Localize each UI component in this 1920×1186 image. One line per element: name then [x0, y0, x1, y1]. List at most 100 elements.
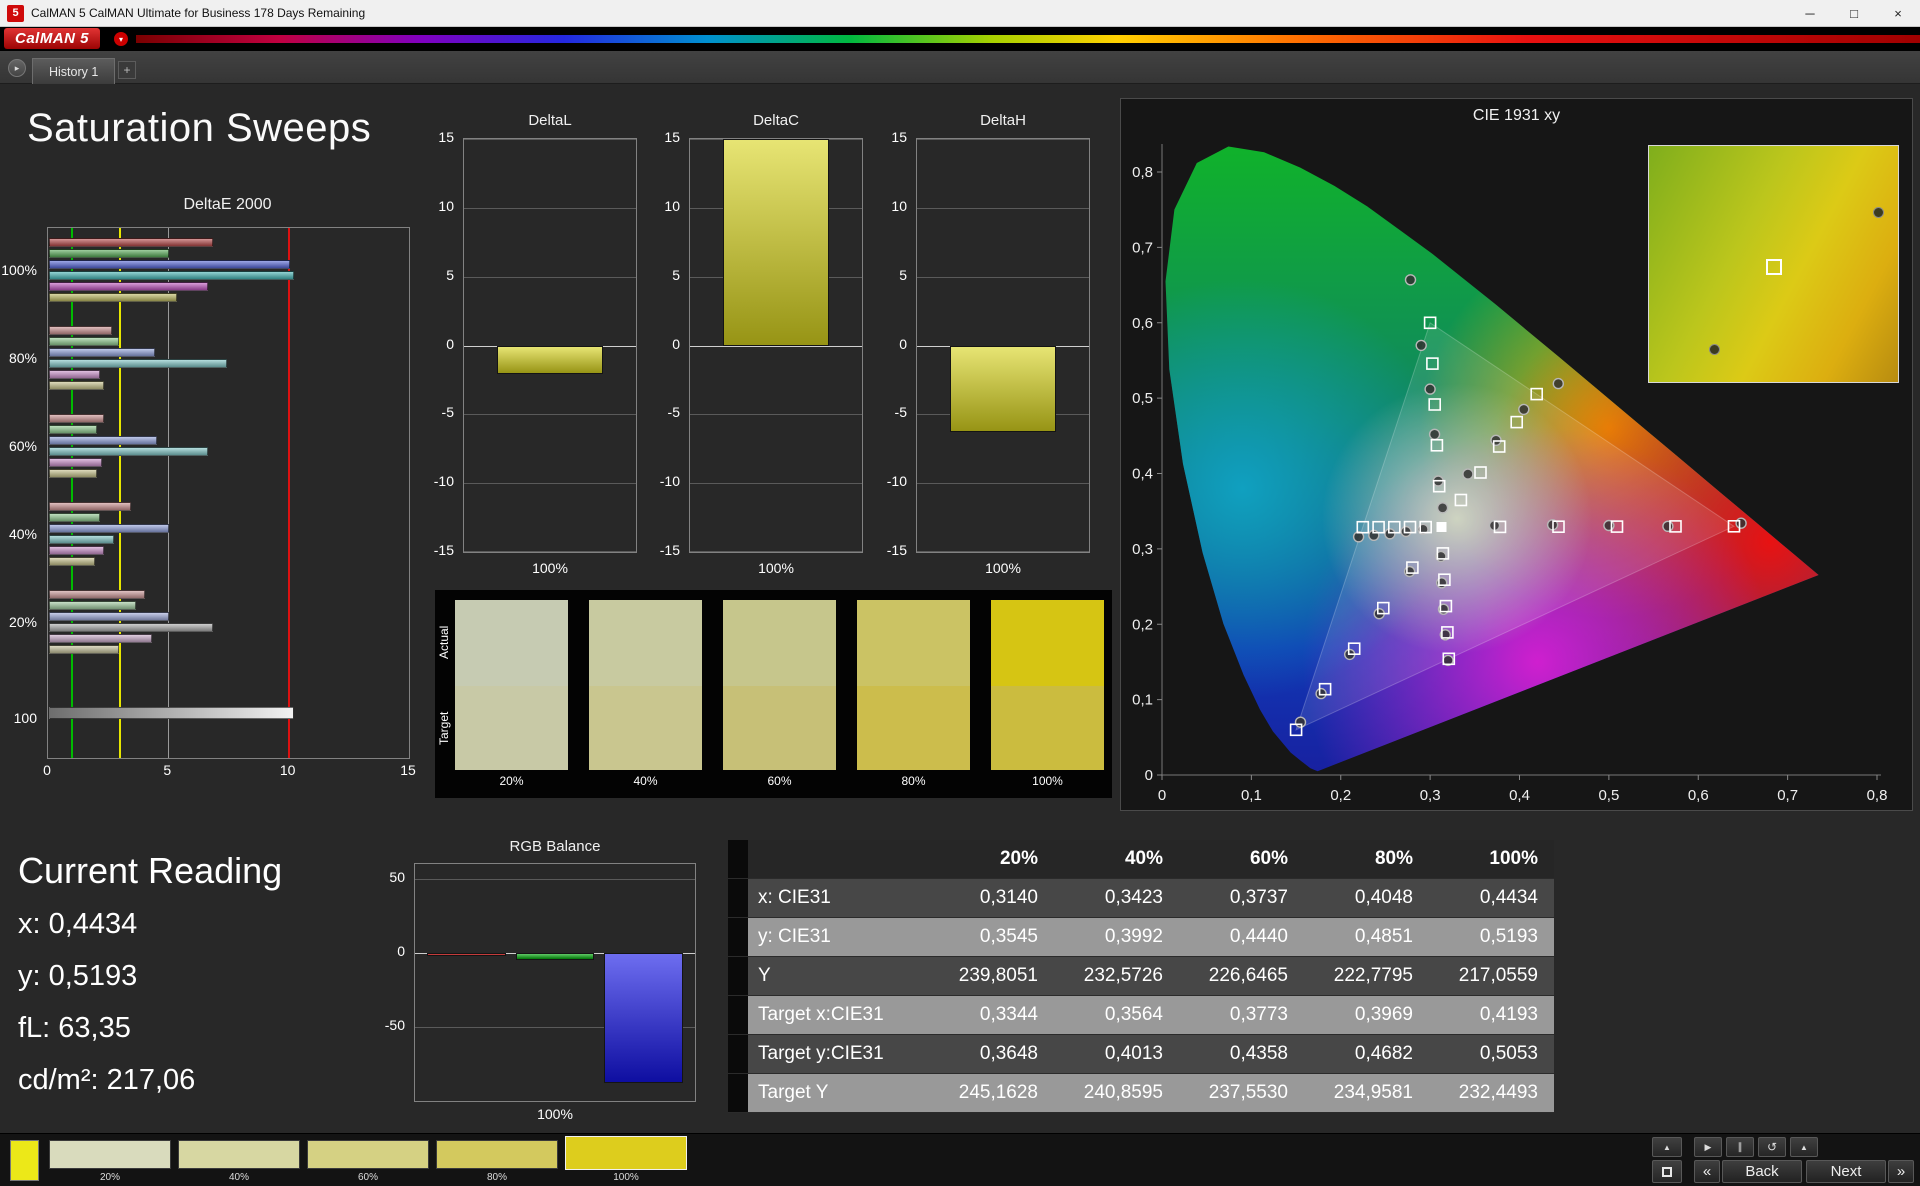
measurement-table: 20%40%60%80%100%x: CIE310,31400,34230,37… — [728, 840, 1554, 1113]
target-swatch — [857, 686, 970, 770]
table-cell: 0,3140 — [929, 879, 1054, 918]
table-cell: 0,3737 — [1179, 879, 1304, 918]
patch-swatch-100%[interactable] — [565, 1136, 687, 1170]
logo-dropdown-icon[interactable]: ▾ — [114, 32, 128, 46]
patch-swatch-20%[interactable] — [49, 1140, 171, 1169]
table-cell: 0,4013 — [1054, 1035, 1179, 1074]
patch-swatch-40%[interactable] — [178, 1140, 300, 1169]
table-row-label: Target y:CIE31 — [748, 1035, 929, 1074]
measurement-marker — [1873, 207, 1884, 218]
play-icon: ▶ — [1705, 1142, 1712, 1153]
table-row-label: Target x:CIE31 — [748, 996, 929, 1035]
patch-level-label: 100% — [565, 1172, 687, 1183]
eject-button[interactable]: ▲ — [1790, 1137, 1818, 1157]
window-title: CalMAN 5 CalMAN Ultimate for Business 17… — [31, 6, 1788, 20]
tolerance-reference-line — [288, 228, 290, 758]
eject-icon: ▲ — [1800, 1143, 1808, 1152]
table-column-header: 100% — [1429, 840, 1554, 879]
svg-text:0,8: 0,8 — [1867, 787, 1888, 804]
swatch-level-label: 60% — [723, 774, 836, 788]
table-spine — [728, 1035, 748, 1074]
table-cell: 239,8051 — [929, 957, 1054, 996]
play-button[interactable]: ▶ — [1694, 1137, 1722, 1157]
gridline — [690, 346, 862, 347]
axis-tick-label: 15 — [867, 129, 907, 145]
deltae-bar — [49, 458, 102, 467]
gridline — [917, 208, 1089, 209]
next-fast-button[interactable]: » — [1888, 1160, 1914, 1183]
deltae-bar — [49, 326, 112, 335]
axis-tick-label: 15 — [414, 129, 454, 145]
gridline — [690, 551, 862, 552]
target-swatch — [723, 686, 836, 770]
deltae-bar — [49, 557, 95, 566]
axis-tick-label: 5 — [640, 267, 680, 283]
deltae-bar — [49, 612, 169, 621]
axis-tick-label: 0 — [414, 336, 454, 352]
deltae-bar — [49, 469, 97, 478]
measurement-marker — [1709, 344, 1720, 355]
deltae-bar — [49, 546, 104, 555]
stop-button[interactable] — [1652, 1160, 1682, 1183]
table-cell: 0,5193 — [1429, 918, 1554, 957]
patch-level-label: 20% — [49, 1172, 171, 1183]
tab-bar: ▸ History 1 + X-Rite i1Pro 2 LCD Direct … — [0, 51, 1920, 84]
deltae-bar — [49, 271, 294, 280]
deltae-bar — [49, 359, 227, 368]
table-column-header: 80% — [1304, 840, 1429, 879]
bar — [950, 346, 1057, 433]
collapse-button[interactable]: ▲ — [1652, 1137, 1682, 1157]
tolerance-reference-line — [71, 228, 73, 758]
axis-tick-label: 0 — [867, 336, 907, 352]
blue-bar — [604, 953, 683, 1083]
table-cell: 222,7795 — [1304, 957, 1429, 996]
swatch-level-label: 20% — [455, 774, 568, 788]
stop-icon — [1662, 1167, 1672, 1177]
collapse-icon: ▲ — [1663, 1143, 1671, 1152]
table-cell: 226,6465 — [1179, 957, 1304, 996]
gridline — [464, 551, 636, 552]
table-cell: 0,3423 — [1054, 879, 1179, 918]
target-swatch — [589, 686, 702, 770]
red-bar — [427, 953, 506, 956]
svg-text:0,2: 0,2 — [1330, 787, 1351, 804]
deltae-bar — [49, 502, 131, 511]
next-button[interactable]: Next — [1806, 1160, 1886, 1183]
repeat-button[interactable]: ↺ — [1758, 1137, 1786, 1157]
deltal-y-axis: 151050-5-10-15 — [419, 138, 459, 553]
deltae-bar — [49, 707, 294, 719]
deltae-bar — [49, 414, 104, 423]
pause-button[interactable]: ∥ — [1726, 1137, 1754, 1157]
target-swatch — [455, 686, 568, 770]
table-cell: 0,3773 — [1179, 996, 1304, 1035]
deltae-bar — [49, 249, 169, 258]
tab-nav-arrow-button[interactable]: ▸ — [8, 59, 26, 77]
rgb-balance-category-label: 100% — [414, 1106, 696, 1122]
close-button[interactable]: × — [1876, 0, 1920, 26]
back-button[interactable]: Back — [1722, 1160, 1802, 1183]
back-fast-button[interactable]: « — [1694, 1160, 1720, 1183]
axis-tick-label: 10 — [414, 198, 454, 214]
axis-tick-label: -50 — [365, 1017, 405, 1033]
table-row: Target Y245,1628240,8595237,5530234,9581… — [728, 1074, 1554, 1113]
tab-history-1[interactable]: History 1 — [32, 58, 115, 84]
patch-swatch-80%[interactable] — [436, 1140, 558, 1169]
rainbow-gradient-strip — [136, 35, 1920, 43]
gridline — [917, 551, 1089, 552]
gridline — [464, 414, 636, 415]
page-title: Saturation Sweeps — [27, 106, 371, 151]
deltal-category-label: 100% — [463, 560, 637, 576]
minimize-button[interactable]: ─ — [1788, 0, 1832, 26]
maximize-button[interactable]: □ — [1832, 0, 1876, 26]
target-swatch — [991, 686, 1104, 770]
svg-text:0,7: 0,7 — [1777, 787, 1798, 804]
add-tab-button[interactable]: + — [118, 61, 136, 79]
axis-tick-label: 5 — [163, 762, 171, 778]
patch-swatch-60%[interactable] — [307, 1140, 429, 1169]
deltae-bar — [49, 524, 169, 533]
table-spine — [728, 840, 748, 879]
svg-text:0,4: 0,4 — [1132, 466, 1153, 483]
table-row-label: x: CIE31 — [748, 879, 929, 918]
calman-app-icon: 5 — [7, 5, 24, 22]
table-spine — [728, 957, 748, 996]
